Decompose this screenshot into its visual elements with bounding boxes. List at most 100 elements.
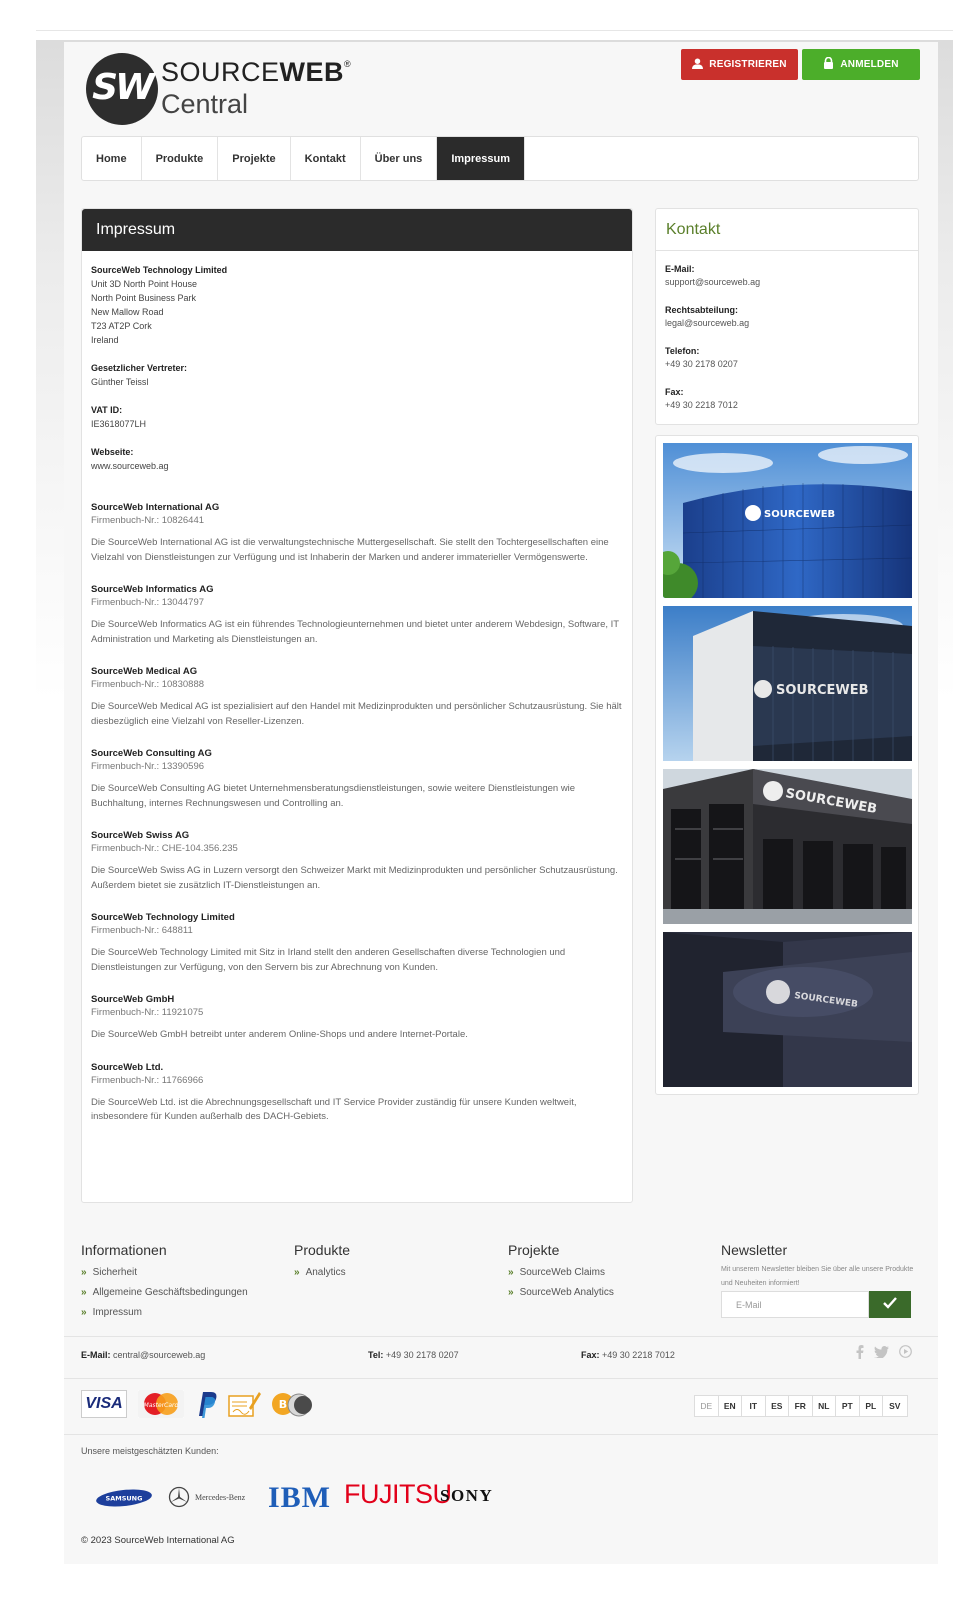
ibm-text: IBM — [268, 1481, 331, 1514]
lang-fr[interactable]: FR — [789, 1396, 813, 1416]
footer-fax: Fax: +49 30 2218 7012 — [581, 1350, 675, 1360]
company-name: SourceWeb Medical AG — [91, 666, 198, 677]
lang-es[interactable]: ES — [766, 1396, 789, 1416]
contact-email: E-Mail: support@sourceweb.ag — [665, 263, 909, 289]
company-reg: Firmenbuch-Nr.: 11766966 — [91, 1074, 204, 1086]
address-block: SourceWeb Technology Limited Unit 3D Nor… — [91, 263, 623, 347]
contact-phone: Telefon: +49 30 2178 0207 — [665, 345, 909, 371]
company-desc: Die SourceWeb International AG ist die v… — [91, 537, 609, 563]
register-button[interactable]: REGISTRIEREN — [681, 49, 798, 80]
phone-value: +49 30 2178 0207 — [665, 359, 738, 369]
company-name: SourceWeb Swiss AG — [91, 830, 190, 841]
login-label: ANMELDEN — [840, 59, 899, 70]
lang-de[interactable]: DE — [695, 1396, 719, 1416]
lang-pl[interactable]: PL — [860, 1396, 883, 1416]
footer-projects-column: Projekte SourceWeb Claims SourceWeb Anal… — [508, 1242, 614, 1303]
lang-pt[interactable]: PT — [836, 1396, 860, 1416]
brand-part-a: SOURCE — [161, 57, 280, 87]
footer-tel: Tel: +49 30 2178 0207 — [368, 1350, 459, 1360]
nav-item-ueber-uns[interactable]: Über uns — [361, 137, 438, 180]
login-button[interactable]: ANMELDEN — [802, 49, 920, 80]
company-entry: SourceWeb Swiss AG Firmenbuch-Nr.: CHE-1… — [91, 829, 623, 893]
company-reg: Firmenbuch-Nr.: 648811 — [91, 925, 193, 936]
footer-link-claims[interactable]: SourceWeb Claims — [508, 1263, 614, 1283]
company-name: SourceWeb International AG — [91, 502, 220, 513]
legal-value[interactable]: legal@sourceweb.ag — [665, 318, 749, 328]
email-value[interactable]: support@sourceweb.ag — [665, 277, 760, 287]
footer-fax-label: Fax: — [581, 1350, 600, 1360]
nav-item-impressum[interactable]: Impressum — [437, 137, 526, 180]
company-reg: Firmenbuch-Nr.: 13044797 — [91, 597, 205, 608]
vat-label: VAT ID: — [91, 405, 123, 415]
footer-divider — [64, 1336, 938, 1337]
footer-info-title: Informationen — [81, 1242, 167, 1258]
samsung-text: SAMSUNG — [106, 1495, 143, 1503]
nav-item-produkte[interactable]: Produkte — [142, 137, 219, 180]
mercedes-logo: Mercedes-Benz — [168, 1486, 245, 1508]
lang-sv[interactable]: SV — [883, 1396, 907, 1416]
visa-label: VISA — [85, 1395, 123, 1412]
nav-item-kontakt[interactable]: Kontakt — [291, 137, 361, 180]
contact-legal: Rechtsabteilung: legal@sourceweb.ag — [665, 304, 909, 330]
impressum-title: Impressum — [82, 209, 632, 251]
footer-link-analytics[interactable]: Analytics — [294, 1263, 350, 1283]
newsletter-title: Newsletter — [721, 1242, 788, 1258]
company-entry: SourceWeb Ltd. Firmenbuch-Nr.: 11766966 … — [91, 1061, 623, 1125]
company-desc: Die SourceWeb Technology Limited mit Sit… — [91, 947, 566, 973]
brand-part-b: WEB — [279, 57, 345, 87]
building-gallery: SOURCEWEB SOURCEWEB SOURCEWEB SOURCEWEB — [655, 435, 919, 1095]
company-desc: Die SourceWeb Medical AG ist spezialisie… — [91, 701, 622, 727]
footer-link-sicherheit[interactable]: Sicherheit — [81, 1263, 248, 1283]
footer-fax-value: +49 30 2218 7012 — [602, 1350, 675, 1360]
play-icon[interactable] — [899, 1345, 912, 1362]
lang-nl[interactable]: NL — [813, 1396, 836, 1416]
brand-subtitle: Central — [161, 89, 249, 119]
footer-tel-value: +49 30 2178 0207 — [385, 1350, 459, 1360]
visa-icon: VISA — [81, 1390, 127, 1418]
nav-item-projekte[interactable]: Projekte — [218, 137, 291, 180]
rep-label: Gesetzlicher Vertreter: — [91, 363, 188, 373]
building-photo-storefront: SOURCEWEB — [663, 769, 912, 924]
website-block: Webseite: www.sourceweb.ag — [91, 445, 623, 473]
address-line: Ireland — [91, 335, 119, 345]
ibm-logo: IBM — [268, 1481, 331, 1515]
fax-label: Fax: — [665, 387, 684, 397]
lang-en[interactable]: EN — [719, 1396, 742, 1416]
address-line: Unit 3D North Point House — [91, 279, 198, 289]
company-name: SourceWeb Consulting AG — [91, 748, 212, 759]
facebook-icon[interactable] — [856, 1345, 864, 1362]
footer-link-sw-analytics[interactable]: SourceWeb Analytics — [508, 1283, 614, 1303]
company-entry: SourceWeb Medical AG Firmenbuch-Nr.: 108… — [91, 665, 623, 729]
logo-icon[interactable]: SW — [86, 53, 158, 125]
footer-products-column: Produkte Analytics — [294, 1242, 350, 1283]
lang-it[interactable]: IT — [742, 1396, 766, 1416]
footer-projects-title: Projekte — [508, 1242, 560, 1258]
company-entry: SourceWeb Technology Limited Firmenbuch-… — [91, 911, 623, 975]
vat-block: VAT ID: IE3618077LH — [91, 403, 623, 431]
address-line: New Mallow Road — [91, 307, 164, 317]
mastercard-label: MasterCard — [144, 1402, 179, 1409]
footer-email-value[interactable]: central@sourceweb.ag — [113, 1350, 205, 1360]
web-value[interactable]: www.sourceweb.ag — [91, 461, 169, 471]
company-desc: Die SourceWeb Informatics AG ist ein füh… — [91, 619, 619, 645]
newsletter-submit-button[interactable] — [869, 1291, 911, 1318]
company-reg: Firmenbuch-Nr.: 11921075 — [91, 1007, 204, 1018]
company-reg: Firmenbuch-Nr.: 10830888 — [91, 679, 205, 690]
footer-link-impressum[interactable]: Impressum — [81, 1303, 248, 1323]
twitter-icon[interactable] — [874, 1345, 889, 1362]
samsung-logo: SAMSUNG — [95, 1489, 153, 1507]
nav-item-home[interactable]: Home — [82, 137, 142, 180]
company-entry: SourceWeb International AG Firmenbuch-Nr… — [91, 501, 623, 565]
footer-link-agb[interactable]: Allgemeine Geschäftsbedingungen — [81, 1283, 248, 1303]
company-desc: Die SourceWeb GmbH betreibt unter andere… — [91, 1029, 468, 1040]
brand-name[interactable]: SOURCEWEB® — [161, 57, 351, 88]
legal-label: Rechtsabteilung: — [665, 305, 739, 315]
company-reg: Firmenbuch-Nr.: CHE-104.356.235 — [91, 843, 238, 854]
newsletter-email-input[interactable]: E-Mail — [721, 1291, 869, 1318]
lock-icon — [823, 56, 834, 72]
address-line: North Point Business Park — [91, 293, 197, 303]
fax-value: +49 30 2218 7012 — [665, 400, 738, 410]
entity-name: SourceWeb Technology Limited — [91, 265, 228, 275]
web-label: Webseite: — [91, 447, 134, 457]
mercedes-text: Mercedes-Benz — [195, 1492, 246, 1502]
